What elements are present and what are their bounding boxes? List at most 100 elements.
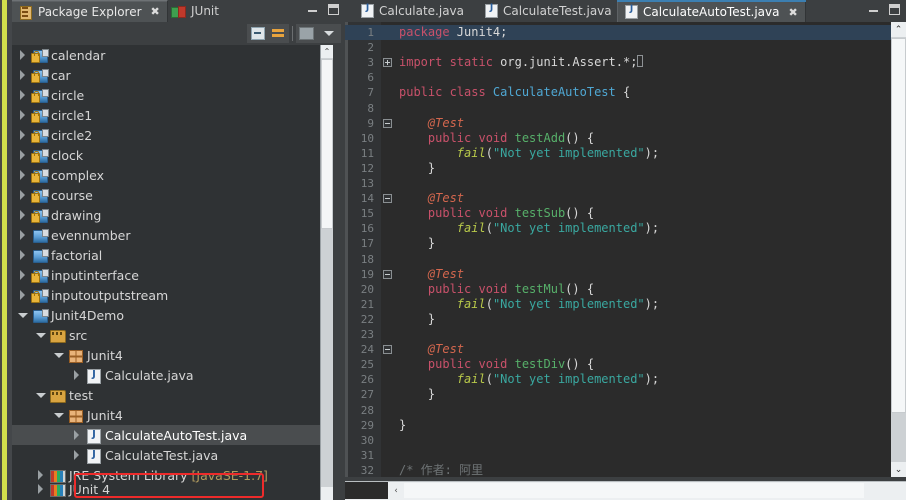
chevron-down-icon[interactable] bbox=[36, 390, 47, 401]
code-line[interactable]: } bbox=[399, 161, 891, 176]
tree-scrollbar[interactable]: ⌃ bbox=[320, 45, 333, 500]
code-line[interactable] bbox=[399, 433, 891, 448]
code-line[interactable] bbox=[399, 176, 891, 191]
tree-item-drawing[interactable]: drawing bbox=[12, 205, 333, 225]
chevron-right-icon[interactable] bbox=[18, 129, 29, 141]
scrollbar-thumb[interactable] bbox=[891, 38, 906, 413]
tab-calculate-java[interactable]: Calculate.java bbox=[353, 0, 472, 22]
tab-calculateautotest-java[interactable]: CalculateAutoTest.java ✖ bbox=[617, 0, 806, 22]
tree-item-junit4[interactable]: Junit4 bbox=[12, 405, 333, 425]
code-line[interactable]: @Test bbox=[399, 267, 891, 282]
code-line[interactable] bbox=[399, 252, 891, 267]
tab-package-explorer[interactable]: Package Explorer ✖ bbox=[12, 0, 168, 22]
tree-item-factorial[interactable]: factorial bbox=[12, 245, 333, 265]
code-line[interactable]: import static org.junit.Assert.*; bbox=[399, 55, 891, 70]
tree-item-circle[interactable]: circle bbox=[12, 85, 333, 105]
chevron-right-icon[interactable] bbox=[18, 189, 29, 201]
maximize-icon[interactable] bbox=[328, 4, 339, 15]
tree-item-calculateautotest-java[interactable]: CalculateAutoTest.java bbox=[12, 425, 333, 445]
tree-item-junit-4[interactable]: JUnit 4 bbox=[12, 482, 333, 497]
code-line[interactable]: fail("Not yet implemented"); bbox=[399, 297, 891, 312]
tree-item-inputoutputstream[interactable]: inputoutputstream bbox=[12, 285, 333, 305]
code-line[interactable]: public void testMul() { bbox=[399, 282, 891, 297]
fold-collapse-icon[interactable] bbox=[383, 269, 392, 279]
scroll-down-icon[interactable]: ⌄ bbox=[891, 462, 906, 477]
chevron-right-icon[interactable] bbox=[18, 169, 29, 181]
code-line[interactable] bbox=[399, 70, 891, 85]
chevron-right-icon[interactable] bbox=[18, 229, 29, 241]
scroll-up-icon[interactable]: ⌃ bbox=[891, 22, 906, 37]
code-line[interactable]: } bbox=[399, 418, 891, 433]
chevron-down-icon[interactable] bbox=[54, 410, 65, 421]
folding-ruler[interactable] bbox=[381, 22, 393, 477]
chevron-right-icon[interactable] bbox=[18, 89, 29, 101]
code-line[interactable] bbox=[399, 40, 891, 55]
scroll-left-icon[interactable]: ‹ bbox=[388, 482, 404, 499]
code-line[interactable]: public void testDiv() { bbox=[399, 357, 891, 372]
code-line[interactable]: } bbox=[399, 236, 891, 251]
fold-collapse-icon[interactable] bbox=[383, 194, 392, 204]
tree-item-inputinterface[interactable]: inputinterface bbox=[12, 265, 333, 285]
chevron-right-icon[interactable] bbox=[18, 269, 29, 281]
editor-vertical-scrollbar[interactable]: ⌃ ⌄ bbox=[891, 22, 906, 477]
tree-item-test[interactable]: test bbox=[12, 385, 333, 405]
tree-item-circle1[interactable]: circle1 bbox=[12, 105, 333, 125]
maximize-icon[interactable] bbox=[889, 4, 900, 15]
code-line[interactable] bbox=[399, 101, 891, 116]
tree-item-calculate-java[interactable]: Calculate.java bbox=[12, 365, 333, 385]
tree-item-calculatetest-java[interactable]: CalculateTest.java bbox=[12, 445, 333, 465]
code-line[interactable]: public void testAdd() { bbox=[399, 131, 891, 146]
tree-item-src[interactable]: src bbox=[12, 325, 333, 345]
code-line[interactable]: } bbox=[399, 387, 891, 402]
tree-item-evennumber[interactable]: evennumber bbox=[12, 225, 333, 245]
tree-item-clock[interactable]: clock bbox=[12, 145, 333, 165]
chevron-down-icon[interactable] bbox=[18, 310, 29, 321]
code-line[interactable]: @Test bbox=[399, 116, 891, 131]
code-line[interactable]: } bbox=[399, 312, 891, 327]
chevron-right-icon[interactable] bbox=[36, 469, 47, 481]
code-line[interactable] bbox=[399, 448, 891, 463]
chevron-right-icon[interactable] bbox=[18, 69, 29, 81]
chevron-down-icon[interactable] bbox=[54, 350, 65, 361]
close-icon[interactable]: ✖ bbox=[151, 5, 160, 18]
collapse-all-button[interactable] bbox=[247, 24, 268, 43]
tab-calculatetest-java[interactable]: CalculateTest.java bbox=[477, 0, 620, 22]
code-line[interactable]: @Test bbox=[399, 191, 891, 206]
chevron-right-icon[interactable] bbox=[18, 49, 29, 61]
project-tree[interactable]: calendar car circle circle1 circle2 clock comp… bbox=[12, 45, 333, 500]
tree-item-course[interactable]: course bbox=[12, 185, 333, 205]
chevron-right-icon[interactable] bbox=[72, 429, 83, 441]
code-line[interactable]: public class CalculateAutoTest { bbox=[399, 85, 891, 100]
view-menu-button[interactable] bbox=[317, 24, 341, 43]
link-with-editor-button[interactable] bbox=[268, 24, 289, 43]
scrollbar-thumb[interactable] bbox=[321, 59, 333, 229]
minimize-icon[interactable] bbox=[307, 4, 318, 15]
tree-item-circle2[interactable]: circle2 bbox=[12, 125, 333, 145]
code-line[interactable] bbox=[399, 403, 891, 418]
fold-collapse-icon[interactable] bbox=[383, 345, 392, 355]
source-code[interactable]: package Junit4; import static org.junit.A… bbox=[345, 22, 891, 477]
editor-horizontal-scrollbar[interactable]: ‹ bbox=[345, 481, 906, 500]
chevron-right-icon[interactable] bbox=[18, 249, 29, 261]
tree-item-junit4demo[interactable]: Junit4Demo bbox=[12, 305, 333, 325]
code-line[interactable]: /* 作者: 阿里 bbox=[399, 463, 891, 477]
chevron-right-icon[interactable] bbox=[72, 449, 83, 461]
code-line[interactable]: public void testSub() { bbox=[399, 206, 891, 221]
chevron-right-icon[interactable] bbox=[36, 483, 47, 495]
scroll-down-icon[interactable] bbox=[321, 487, 333, 500]
close-icon[interactable]: ✖ bbox=[789, 6, 798, 19]
code-line[interactable]: @Test bbox=[399, 342, 891, 357]
focus-on-active-task-button[interactable] bbox=[296, 24, 317, 43]
chevron-right-icon[interactable] bbox=[18, 149, 29, 161]
tree-item-car[interactable]: car bbox=[12, 65, 333, 85]
scroll-up-icon[interactable]: ⌃ bbox=[321, 45, 333, 58]
scrollbar-thumb[interactable] bbox=[404, 483, 864, 498]
chevron-right-icon[interactable] bbox=[72, 369, 83, 381]
chevron-right-icon[interactable] bbox=[18, 289, 29, 301]
fold-expand-icon[interactable] bbox=[383, 58, 392, 68]
code-editor[interactable]: package Junit4; import static org.junit.A… bbox=[345, 22, 906, 477]
code-line[interactable]: fail("Not yet implemented"); bbox=[399, 146, 891, 161]
fold-collapse-icon[interactable] bbox=[383, 118, 392, 128]
code-line[interactable] bbox=[399, 327, 891, 342]
tree-item-junit4[interactable]: Junit4 bbox=[12, 345, 333, 365]
